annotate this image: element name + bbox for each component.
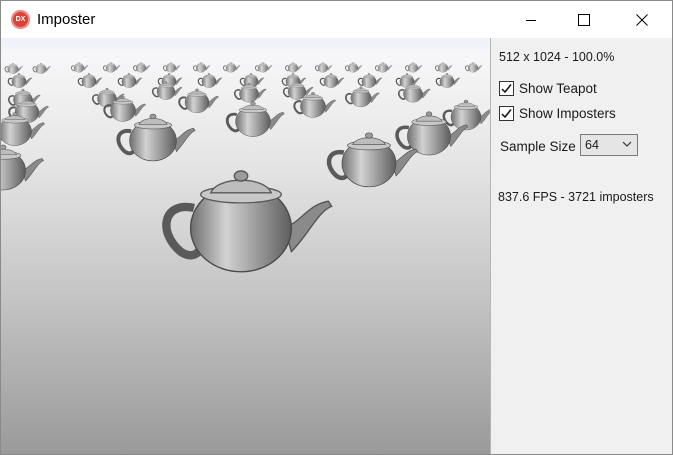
minimize-icon (526, 19, 536, 21)
maximize-button[interactable] (561, 1, 607, 38)
close-icon (636, 13, 648, 26)
title-bar[interactable]: DX Imposter (1, 1, 672, 38)
minimize-button[interactable] (508, 1, 554, 38)
checkmark-icon (501, 84, 512, 94)
maximize-icon (578, 13, 590, 26)
show-teapot-checkbox[interactable]: Show Teapot (499, 81, 597, 96)
sample-size-value: 64 (585, 138, 599, 152)
show-teapot-check-box[interactable] (499, 81, 514, 96)
close-button[interactable] (619, 1, 665, 38)
show-imposters-label: Show Imposters (519, 106, 616, 121)
chevron-down-icon (622, 141, 632, 147)
show-teapot-label: Show Teapot (519, 81, 597, 96)
show-imposters-checkbox[interactable]: Show Imposters (499, 106, 616, 121)
app-window: DX Imposter 512 x 1024 - 100.0% Show Tea… (0, 0, 673, 455)
checkmark-icon (501, 109, 512, 119)
directx-icon: DX (11, 10, 30, 29)
sample-size-select[interactable]: 64 (580, 134, 638, 156)
render-viewport[interactable] (1, 38, 490, 454)
show-imposters-check-box[interactable] (499, 106, 514, 121)
control-panel: 512 x 1024 - 100.0% Show Teapot Show Imp… (491, 38, 672, 454)
teapot-scene (1, 61, 490, 454)
stats-label: 837.6 FPS - 3721 imposters (498, 190, 654, 204)
sample-size-label: Sample Size (500, 139, 576, 154)
teapot-row-far (4, 61, 483, 75)
teapot-foreground (166, 171, 331, 272)
teapot-row-mid-far (7, 72, 461, 89)
resolution-label: 512 x 1024 - 100.0% (499, 50, 615, 64)
window-title: Imposter (37, 11, 96, 28)
app-icon-text: DX (15, 16, 26, 23)
